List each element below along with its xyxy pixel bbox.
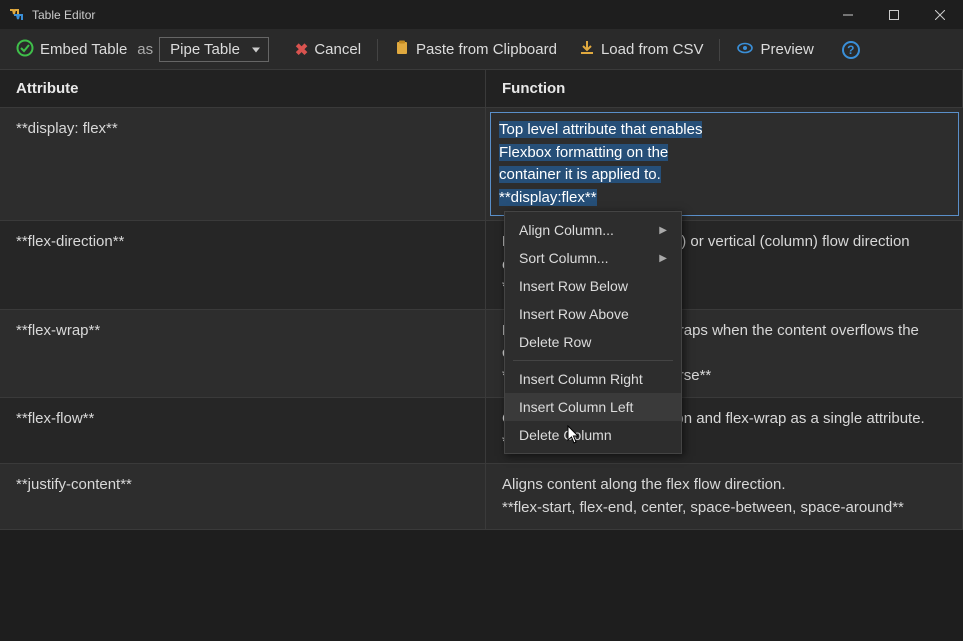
toolbar-divider: [719, 39, 720, 61]
menu-item-insert-column-right[interactable]: Insert Column Right: [505, 365, 681, 393]
table-editor-grid: Attribute Function **display: flex** Top…: [0, 70, 963, 641]
cell-attribute[interactable]: **justify-content**: [0, 464, 486, 529]
preview-button[interactable]: Preview: [732, 37, 817, 63]
table-body: **display: flex** Top level attribute th…: [0, 108, 963, 530]
menu-item-align-column[interactable]: Align Column... ▶: [505, 216, 681, 244]
selected-text: **display:flex**: [499, 189, 597, 206]
context-menu: Align Column... ▶ Sort Column... ▶ Inser…: [504, 211, 682, 454]
cancel-label: Cancel: [314, 41, 361, 58]
cell-attribute[interactable]: **flex-flow**: [0, 398, 486, 463]
selected-text: container it is applied to.: [499, 166, 661, 183]
table-type-dropdown[interactable]: Pipe Table: [159, 37, 269, 62]
menu-item-insert-row-above[interactable]: Insert Row Above: [505, 300, 681, 328]
window-title: Table Editor: [32, 8, 95, 22]
cancel-button[interactable]: ✖ Cancel: [291, 38, 365, 62]
table-row: **justify-content** Aligns content along…: [0, 464, 963, 530]
help-icon: ?: [842, 41, 860, 59]
table-row: **display: flex** Top level attribute th…: [0, 108, 963, 221]
app-logo-icon: [8, 7, 24, 23]
table-header-row: Attribute Function: [0, 70, 963, 108]
embed-table-button[interactable]: Embed Table: [12, 37, 131, 63]
cell-attribute[interactable]: **display: flex**: [0, 108, 486, 220]
embed-table-label: Embed Table: [40, 41, 127, 58]
minimize-button[interactable]: [825, 0, 871, 30]
column-header-attribute[interactable]: Attribute: [0, 70, 486, 107]
load-csv-label: Load from CSV: [601, 41, 704, 58]
chevron-right-icon: ▶: [659, 225, 667, 236]
as-label: as: [137, 41, 153, 58]
chevron-right-icon: ▶: [659, 253, 667, 264]
toolbar: Embed Table as Pipe Table ✖ Cancel Paste…: [0, 30, 963, 70]
table-type-value: Pipe Table: [170, 41, 240, 58]
titlebar: Table Editor: [0, 0, 963, 30]
toolbar-divider: [377, 39, 378, 61]
cell-attribute[interactable]: **flex-direction**: [0, 221, 486, 309]
paste-clipboard-label: Paste from Clipboard: [416, 41, 557, 58]
cell-function[interactable]: Aligns content along the flex flow direc…: [486, 464, 963, 529]
close-icon: ✖: [295, 40, 308, 60]
table-row: **flex-direction** Determines horizontal…: [0, 221, 963, 310]
close-button[interactable]: [917, 0, 963, 30]
cell-function-editing[interactable]: Top level attribute that enables Flexbox…: [490, 112, 959, 216]
table-row: **flex-flow** Combination of flex-direct…: [0, 398, 963, 464]
paste-clipboard-button[interactable]: Paste from Clipboard: [390, 38, 561, 62]
load-csv-button[interactable]: Load from CSV: [575, 38, 708, 62]
selected-text: Top level attribute that enables: [499, 121, 702, 138]
clipboard-icon: [394, 40, 410, 60]
download-icon: [579, 40, 595, 60]
menu-item-sort-column[interactable]: Sort Column... ▶: [505, 244, 681, 272]
eye-icon: [736, 39, 754, 61]
help-button[interactable]: ?: [838, 39, 864, 61]
cell-attribute[interactable]: **flex-wrap**: [0, 310, 486, 398]
maximize-button[interactable]: [871, 0, 917, 30]
table-row: **flex-wrap** Determines how content wra…: [0, 310, 963, 399]
menu-item-delete-column[interactable]: Delete Column: [505, 421, 681, 449]
column-header-function[interactable]: Function: [486, 70, 963, 107]
preview-label: Preview: [760, 41, 813, 58]
selected-text: Flexbox formatting on the: [499, 144, 668, 161]
menu-item-delete-row[interactable]: Delete Row: [505, 328, 681, 356]
menu-item-insert-column-left[interactable]: Insert Column Left: [505, 393, 681, 421]
check-circle-icon: [16, 39, 34, 61]
menu-separator: [513, 360, 673, 361]
menu-item-insert-row-below[interactable]: Insert Row Below: [505, 272, 681, 300]
